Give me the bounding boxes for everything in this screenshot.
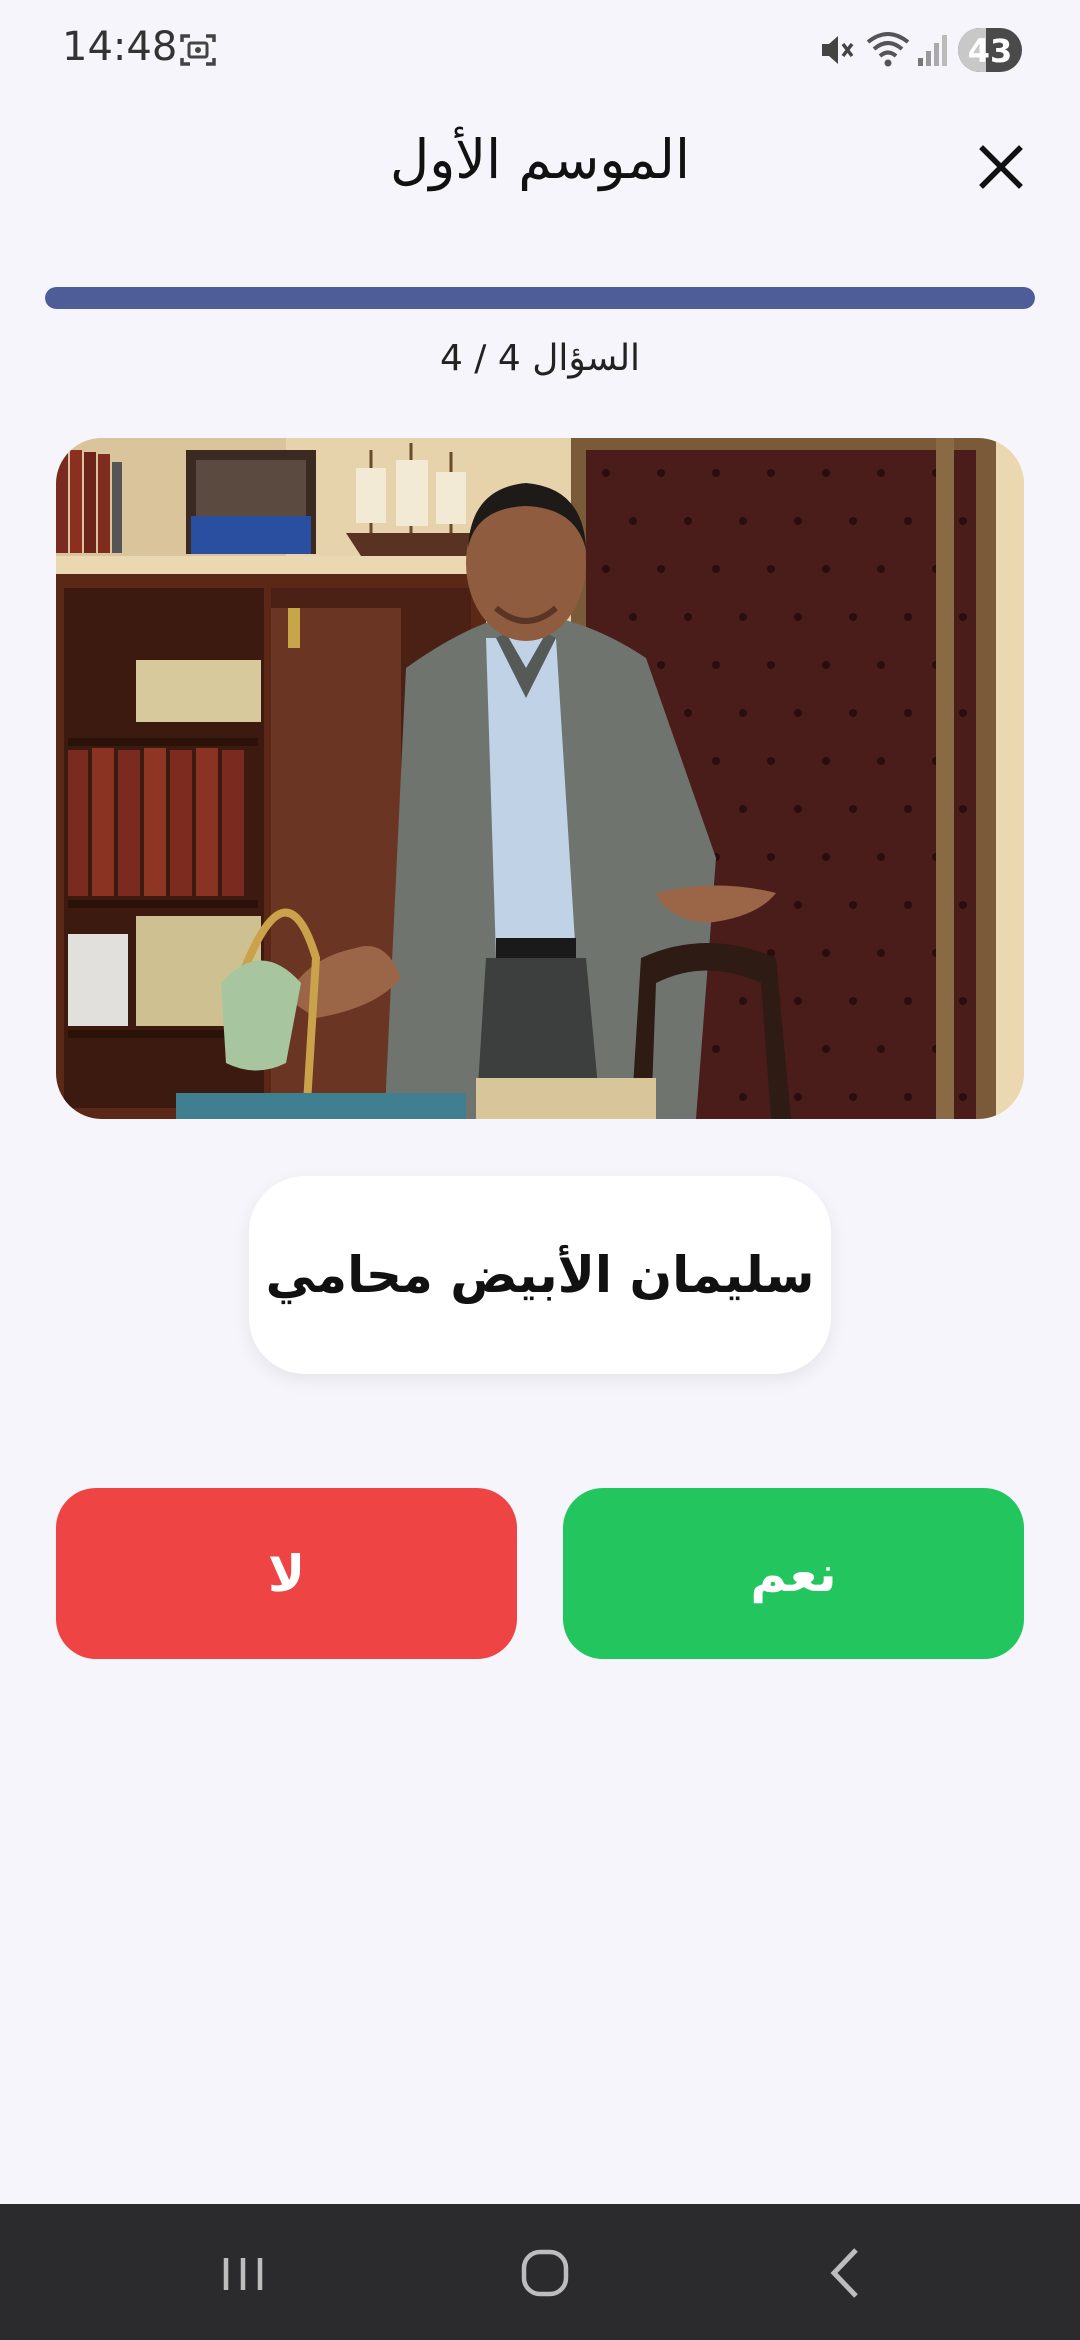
wifi-icon xyxy=(866,32,910,67)
navigation-bar xyxy=(0,2204,1080,2340)
screen-record-icon xyxy=(180,34,216,66)
statement-card: سليمان الأبيض محامي xyxy=(249,1176,831,1374)
statement-text: سليمان الأبيض محامي xyxy=(265,1246,815,1304)
status-time: 14:48 xyxy=(62,24,178,70)
battery-percentage: 43 xyxy=(967,32,1013,70)
recent-apps-icon[interactable] xyxy=(198,2236,288,2308)
battery-indicator: 43 xyxy=(958,28,1022,72)
home-icon[interactable] xyxy=(500,2236,590,2308)
back-icon[interactable] xyxy=(802,2236,892,2308)
mute-icon xyxy=(822,36,854,64)
progress-fill xyxy=(45,287,1035,309)
no-button[interactable]: لا xyxy=(56,1488,517,1659)
question-image xyxy=(56,438,1024,1119)
progress-bar xyxy=(45,287,1035,309)
status-bar: 14:48 43 xyxy=(0,0,1080,100)
page-title: الموسم الأول xyxy=(389,128,691,191)
close-icon[interactable] xyxy=(968,134,1034,200)
scene-illustration xyxy=(56,438,1024,1119)
signal-icon xyxy=(918,35,947,66)
question-counter: السؤال 4 / 4 xyxy=(439,338,641,379)
yes-button[interactable]: نعم xyxy=(563,1488,1024,1659)
